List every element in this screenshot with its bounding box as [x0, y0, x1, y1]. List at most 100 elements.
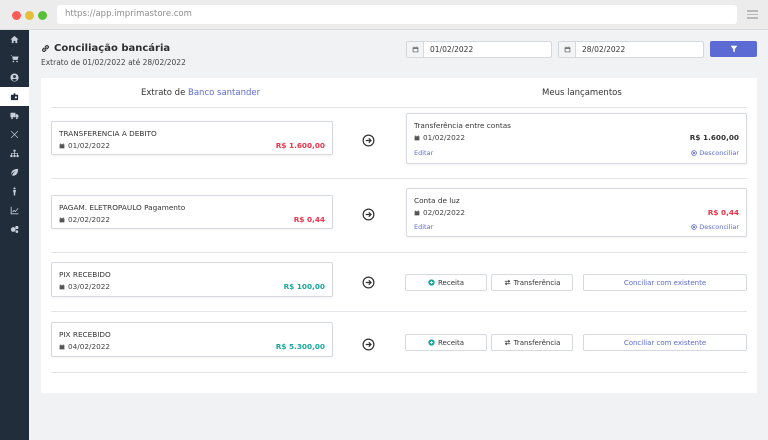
maximize-window-button[interactable]: [38, 11, 47, 20]
reconcile-existing-button[interactable]: Conciliar com existente: [583, 274, 747, 291]
calendar-icon: [414, 209, 420, 215]
reconcile-existing-button[interactable]: Conciliar com existente: [583, 334, 747, 351]
plus-circle-icon: [428, 339, 435, 346]
sidebar-item-organization[interactable]: [0, 144, 29, 163]
close-circle-icon: [691, 224, 698, 230]
sidebar: [0, 30, 29, 440]
arrow-right-circle-icon: [362, 206, 375, 221]
filter-button[interactable]: [710, 41, 757, 57]
add-transfer-button[interactable]: Transferência: [491, 334, 573, 351]
calendar-icon: [59, 283, 65, 289]
tools-icon: [10, 130, 19, 139]
entry-card: Conta de luz 02/02/2022 R$ 0,44 Editar D…: [406, 188, 747, 237]
sidebar-item-services[interactable]: [0, 125, 29, 144]
statement-date: 01/02/2022: [59, 141, 110, 150]
date-from-field[interactable]: 01/02/2022: [406, 41, 552, 58]
statement-card: PIX RECEBIDO 04/02/2022 R$ 5.300,00: [51, 322, 333, 357]
plus-circle-icon: [428, 279, 435, 286]
sidebar-item-contacts[interactable]: [0, 68, 29, 87]
close-window-button[interactable]: [12, 11, 21, 20]
statement-column-header: Extrato de Banco santander: [141, 88, 261, 98]
entry-description: Transferência entre contas: [414, 121, 511, 130]
divider: [51, 372, 747, 373]
add-income-button[interactable]: Receita: [405, 274, 487, 291]
statement-amount: R$ 1.600,00: [275, 141, 325, 150]
divider: [51, 107, 747, 108]
page-title-text: Conciliação bancária: [54, 43, 171, 54]
page-title: Conciliação bancária: [41, 43, 170, 54]
browser-chrome: https://app.imprimastore.com: [0, 0, 768, 30]
statement-card: TRANSFERENCIA A DEBITO 01/02/2022 R$ 1.6…: [51, 121, 333, 155]
minimize-window-button[interactable]: [25, 11, 34, 20]
unlink-link[interactable]: Desconciliar: [691, 149, 739, 157]
statement-description: PIX RECEBIDO: [59, 270, 111, 279]
arrow-right-circle-icon: [362, 132, 375, 147]
date-from-value: 01/02/2022: [430, 45, 474, 54]
calendar-icon: [564, 46, 570, 53]
statement-date: 03/02/2022: [59, 282, 110, 291]
add-transfer-button[interactable]: Transferência: [491, 274, 573, 291]
date-to-value: 28/02/2022: [582, 45, 626, 54]
sidebar-item-sales[interactable]: [0, 49, 29, 68]
hamburger-menu-icon[interactable]: [747, 10, 758, 19]
main-content: Conciliação bancária Extrato de 01/02/20…: [29, 30, 768, 440]
divider: [51, 252, 747, 253]
entry-amount: R$ 0,44: [707, 208, 739, 217]
edit-link[interactable]: Editar: [414, 149, 433, 157]
date-to-field[interactable]: 28/02/2022: [558, 41, 704, 58]
sidebar-item-reports[interactable]: [0, 201, 29, 220]
address-bar[interactable]: https://app.imprimastore.com: [57, 5, 737, 24]
statement-date: 04/02/2022: [59, 342, 110, 351]
entry-date: 02/02/2022: [414, 208, 465, 217]
statement-description: TRANSFERENCIA A DEBITO: [59, 129, 157, 138]
exchange-icon: [504, 339, 510, 346]
calendar-icon: [59, 343, 65, 349]
user-circle-icon: [10, 73, 19, 82]
sidebar-item-settings[interactable]: [0, 220, 29, 239]
divider: [51, 178, 747, 179]
calendar-icon: [414, 134, 420, 140]
sidebar-item-home[interactable]: [0, 30, 29, 49]
arrow-right-circle-icon: [362, 274, 375, 289]
bank-name: Banco santander: [188, 88, 261, 98]
person-icon: [13, 187, 16, 196]
chart-icon: [10, 206, 19, 215]
statement-amount: R$ 100,00: [283, 282, 325, 291]
leaf-icon: [11, 168, 19, 176]
statement-card: PAGAM. ELETROPAULO Pagamento 02/02/2022 …: [51, 195, 333, 229]
entry-amount: R$ 1.600,00: [689, 133, 739, 142]
sitemap-icon: [10, 149, 19, 158]
statement-date: 02/02/2022: [59, 215, 110, 224]
add-income-button[interactable]: Receita: [405, 334, 487, 351]
reconciliation-panel: Extrato de Banco santander Meus lançamen…: [41, 78, 757, 393]
sidebar-item-shipping[interactable]: [0, 106, 29, 125]
link-icon: [42, 45, 49, 52]
divider: [51, 311, 747, 312]
statement-description: PIX RECEBIDO: [59, 330, 111, 339]
calendar-icon: [59, 142, 65, 148]
exchange-icon: [504, 279, 510, 286]
statement-description: PAGAM. ELETROPAULO Pagamento: [59, 203, 186, 212]
statement-amount: R$ 0,44: [293, 215, 325, 224]
entry-description: Conta de luz: [414, 196, 460, 205]
cart-icon: [10, 55, 19, 63]
sidebar-item-finance[interactable]: [0, 87, 29, 106]
page-subtitle: Extrato de 01/02/2022 até 28/02/2022: [41, 58, 186, 67]
home-icon: [10, 35, 19, 44]
sidebar-item-people[interactable]: [0, 182, 29, 201]
close-circle-icon: [691, 150, 698, 156]
edit-link[interactable]: Editar: [414, 223, 433, 231]
entries-column-header: Meus lançamentos: [542, 88, 622, 98]
truck-icon: [10, 112, 19, 120]
calendar-icon: [59, 216, 65, 222]
arrow-right-circle-icon: [362, 336, 375, 351]
filter-icon: [730, 45, 737, 53]
sidebar-item-products[interactable]: [0, 163, 29, 182]
unlink-link[interactable]: Desconciliar: [691, 223, 739, 231]
bank-icon: [10, 93, 19, 101]
date-from-calendar-button[interactable]: [407, 42, 424, 57]
date-to-calendar-button[interactable]: [559, 42, 576, 57]
entry-date: 01/02/2022: [414, 133, 465, 142]
gears-icon: [10, 225, 19, 234]
statement-amount: R$ 5.300,00: [275, 342, 325, 351]
